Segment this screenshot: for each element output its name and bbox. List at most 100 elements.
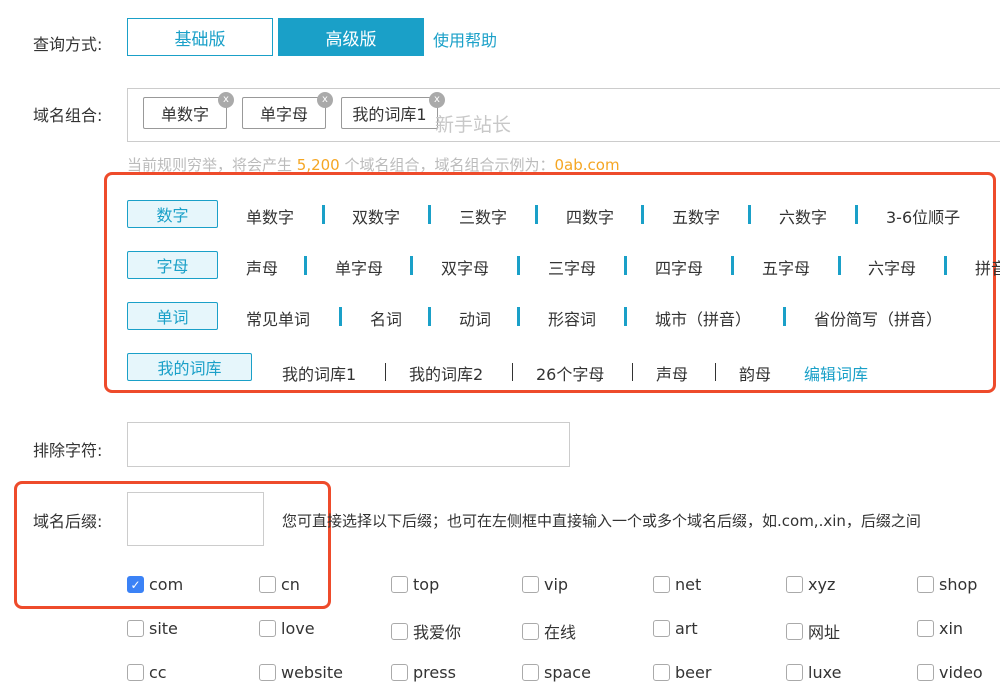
suffix-checkbox-在线[interactable]: 在线 [522, 619, 576, 643]
suffix-checkbox-网址[interactable]: 网址 [786, 619, 840, 643]
combo-tag[interactable]: 单字母 x [242, 92, 333, 129]
unchecked-icon[interactable] [653, 620, 670, 637]
separator [322, 205, 325, 224]
help-link[interactable]: 使用帮助 [433, 27, 497, 51]
suffix-checkbox-press[interactable]: press [391, 663, 456, 682]
option-item[interactable]: 六字母 [868, 255, 916, 279]
suffix-hint: 您可直接选择以下后缀；也可在左侧框中直接输入一个或多个域名后缀，如.com,.x… [282, 512, 921, 530]
suffix-checkbox-cc[interactable]: cc [127, 663, 167, 682]
option-item[interactable]: 我的词库1 [282, 361, 356, 385]
suffix-checkbox-label: cc [149, 663, 167, 682]
unchecked-icon[interactable] [127, 620, 144, 637]
suffix-checkbox-xin[interactable]: xin [917, 619, 963, 638]
suffix-checkbox-website[interactable]: website [259, 663, 343, 682]
separator [838, 256, 841, 275]
suffix-checkbox-label: luxe [808, 663, 842, 682]
unchecked-icon[interactable] [653, 664, 670, 681]
option-item[interactable]: 四字母 [655, 255, 703, 279]
suffix-checkbox-love[interactable]: love [259, 619, 315, 638]
unchecked-icon[interactable] [391, 576, 408, 593]
unchecked-icon[interactable] [917, 664, 934, 681]
option-item[interactable]: 声母 [656, 361, 688, 385]
option-item[interactable]: 双字母 [441, 255, 489, 279]
option-item[interactable]: 城市（拼音） [655, 306, 751, 330]
unchecked-icon[interactable] [391, 622, 408, 640]
option-item[interactable]: 名词 [370, 306, 402, 330]
option-item[interactable]: 三数字 [459, 204, 507, 228]
suffix-checkbox-beer[interactable]: beer [653, 663, 711, 682]
separator [731, 256, 734, 275]
suffix-checkbox-label: 在线 [544, 623, 577, 642]
option-item[interactable]: 省份简写（拼音） [814, 306, 942, 330]
unchecked-icon[interactable] [917, 576, 934, 593]
option-item[interactable]: 六数字 [779, 204, 827, 228]
combo-tag[interactable]: 我的词库1 x [341, 92, 445, 129]
advanced-mode-button[interactable]: 高级版 [278, 18, 424, 56]
category-letters-button[interactable]: 字母 [127, 251, 218, 279]
suffix-checkbox-shop[interactable]: shop [917, 575, 977, 594]
suffix-checkbox-com[interactable]: ✓ com [127, 575, 183, 594]
suffix-checkbox-label: com [149, 575, 184, 594]
option-item[interactable]: 单字母 [335, 255, 383, 279]
suffix-checkbox-net[interactable]: net [653, 575, 701, 594]
unchecked-icon[interactable] [522, 664, 539, 681]
unchecked-icon[interactable] [522, 622, 539, 640]
unchecked-icon[interactable] [653, 576, 670, 593]
option-item[interactable]: 韵母 [739, 361, 771, 385]
option-item[interactable]: 五数字 [672, 204, 720, 228]
suffix-checkbox-site[interactable]: site [127, 619, 178, 638]
option-item[interactable]: 五字母 [762, 255, 810, 279]
basic-mode-button[interactable]: 基础版 [127, 18, 273, 56]
option-item[interactable]: 形容词 [548, 306, 596, 330]
suffix-checkbox-我爱你[interactable]: 我爱你 [391, 619, 461, 643]
domain-combo-box[interactable]: 单数字 x 单字母 x 我的词库1 x [127, 88, 1000, 142]
unchecked-icon[interactable] [786, 576, 803, 593]
option-item[interactable]: 常见单词 [246, 306, 310, 330]
combo-tag[interactable]: 单数字 x [143, 92, 234, 129]
combo-tag-label: 我的词库1 [352, 105, 427, 124]
remove-tag-icon[interactable]: x [218, 92, 234, 108]
option-item[interactable]: 3-6位顺子 [886, 204, 960, 228]
exclude-input[interactable] [127, 422, 570, 467]
suffix-checkbox-label: vip [544, 575, 569, 594]
option-item[interactable]: 拼音 [975, 255, 1000, 279]
suffix-checkbox-vip[interactable]: vip [522, 575, 568, 594]
option-item[interactable]: 四数字 [566, 204, 614, 228]
option-item[interactable]: 我的词库2 [409, 361, 483, 385]
suffix-checkbox-art[interactable]: art [653, 619, 698, 638]
suffix-checkbox-cn[interactable]: cn [259, 575, 300, 594]
remove-tag-icon[interactable]: x [317, 92, 333, 108]
unchecked-icon[interactable] [522, 576, 539, 593]
category-digits-button[interactable]: 数字 [127, 200, 218, 228]
separator [624, 256, 627, 275]
category-words-button[interactable]: 单词 [127, 302, 218, 330]
suffix-checkbox-luxe[interactable]: luxe [786, 663, 841, 682]
category-library-button[interactable]: 我的词库 [127, 353, 252, 381]
suffix-checkbox-xyz[interactable]: xyz [786, 575, 835, 594]
suffix-input[interactable] [127, 492, 264, 546]
separator [715, 363, 716, 381]
unchecked-icon[interactable] [786, 622, 803, 640]
unchecked-icon[interactable] [259, 576, 276, 593]
edit-library-link[interactable]: 编辑词库 [804, 361, 868, 385]
combo-tag-label: 单数字 [160, 105, 209, 124]
option-item[interactable]: 三字母 [548, 255, 596, 279]
suffix-checkbox-space[interactable]: space [522, 663, 591, 682]
unchecked-icon[interactable] [391, 664, 408, 681]
suffix-checkbox-top[interactable]: top [391, 575, 439, 594]
option-item[interactable]: 单数字 [246, 204, 294, 228]
suffix-checkbox-video[interactable]: video [917, 663, 983, 682]
option-item[interactable]: 动词 [459, 306, 491, 330]
option-item[interactable]: 声母 [246, 255, 278, 279]
remove-tag-icon[interactable]: x [429, 92, 445, 108]
watermark: 新手站长 [435, 114, 512, 136]
separator [632, 363, 633, 381]
unchecked-icon[interactable] [259, 620, 276, 637]
unchecked-icon[interactable] [259, 664, 276, 681]
unchecked-icon[interactable] [786, 664, 803, 681]
unchecked-icon[interactable] [127, 664, 144, 681]
unchecked-icon[interactable] [917, 620, 934, 637]
option-item[interactable]: 26个字母 [536, 361, 604, 385]
checked-icon[interactable]: ✓ [127, 576, 144, 593]
option-item[interactable]: 双数字 [352, 204, 400, 228]
